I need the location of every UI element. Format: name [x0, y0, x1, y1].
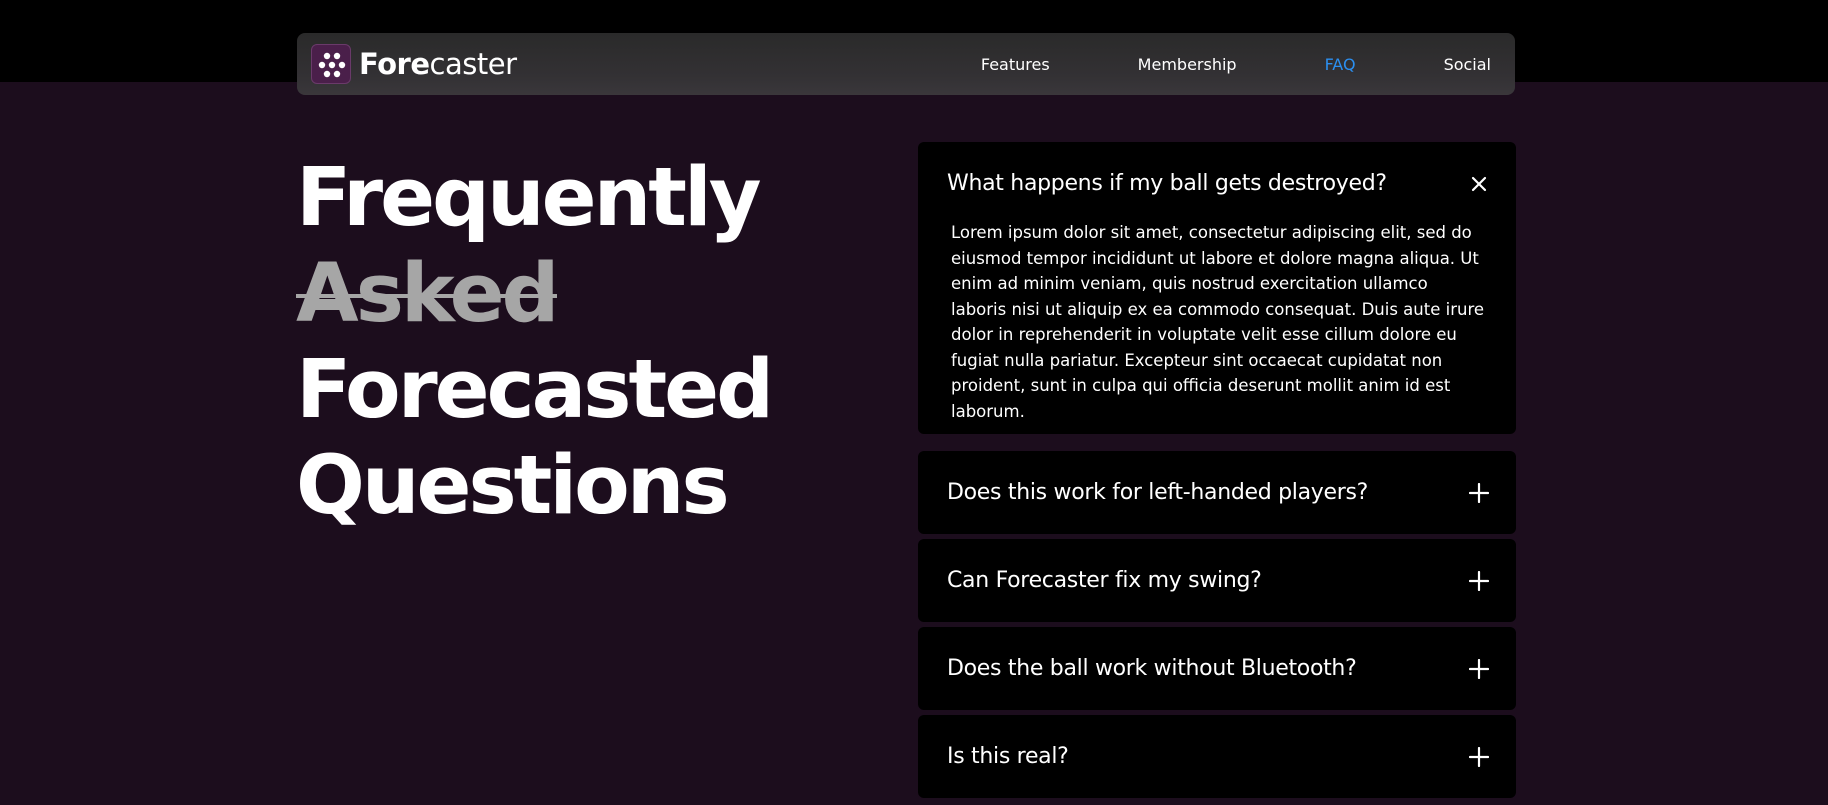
brand-name-bold: Fore — [359, 47, 430, 81]
brand-name-rest: caster — [429, 47, 517, 81]
faq-item-left-handed: Does this work for left-handed players? — [918, 451, 1516, 534]
hero-line-frequently: Frequently — [296, 151, 762, 245]
hero-line-asked-struck: Asked — [296, 247, 560, 341]
faq-question-row[interactable]: What happens if my ball gets destroyed? — [918, 142, 1516, 225]
nav-link-features[interactable]: Features — [981, 55, 1050, 74]
plus-icon[interactable] — [1469, 570, 1489, 591]
faq-item-fix-swing: Can Forecaster fix my swing? — [918, 539, 1516, 622]
plus-icon[interactable] — [1469, 746, 1489, 767]
faq-question: Does the ball work without Bluetooth? — [947, 656, 1357, 681]
faq-question-row[interactable]: Does this work for left-handed players? — [918, 451, 1516, 534]
faq-question: Does this work for left-handed players? — [947, 480, 1368, 505]
faq-list: What happens if my ball gets destroyed? … — [918, 142, 1516, 803]
navbar: Forecaster Features Membership FAQ Socia… — [297, 33, 1515, 95]
nav-link-faq[interactable]: FAQ — [1325, 55, 1356, 74]
hero-heading: Frequently Asked Forecasted Questions — [296, 150, 856, 534]
nav-link-membership[interactable]: Membership — [1138, 55, 1237, 74]
hero-line-forecasted: Forecasted — [296, 343, 774, 437]
nav-links: Features Membership FAQ Social — [981, 33, 1501, 95]
faq-item-ball-destroyed: What happens if my ball gets destroyed? … — [918, 142, 1516, 434]
golf-ball-dots-icon — [311, 44, 351, 84]
faq-question-row[interactable]: Is this real? — [918, 715, 1516, 798]
faq-question: Can Forecaster fix my swing? — [947, 568, 1262, 593]
faq-item-bluetooth: Does the ball work without Bluetooth? — [918, 627, 1516, 710]
plus-icon[interactable] — [1469, 482, 1489, 503]
brand-name: Forecaster — [359, 47, 517, 81]
faq-item-is-real: Is this real? — [918, 715, 1516, 798]
plus-icon[interactable] — [1469, 658, 1489, 679]
faq-question-row[interactable]: Can Forecaster fix my swing? — [918, 539, 1516, 622]
logo[interactable]: Forecaster — [311, 44, 517, 84]
faq-question: Is this real? — [947, 744, 1069, 769]
faq-question: What happens if my ball gets destroyed? — [947, 171, 1387, 196]
faq-question-row[interactable]: Does the ball work without Bluetooth? — [918, 627, 1516, 710]
hero-line-questions: Questions — [296, 439, 730, 533]
close-icon[interactable] — [1469, 174, 1489, 194]
faq-answer: Lorem ipsum dolor sit amet, consectetur … — [951, 223, 1485, 421]
nav-link-social[interactable]: Social — [1444, 55, 1491, 74]
